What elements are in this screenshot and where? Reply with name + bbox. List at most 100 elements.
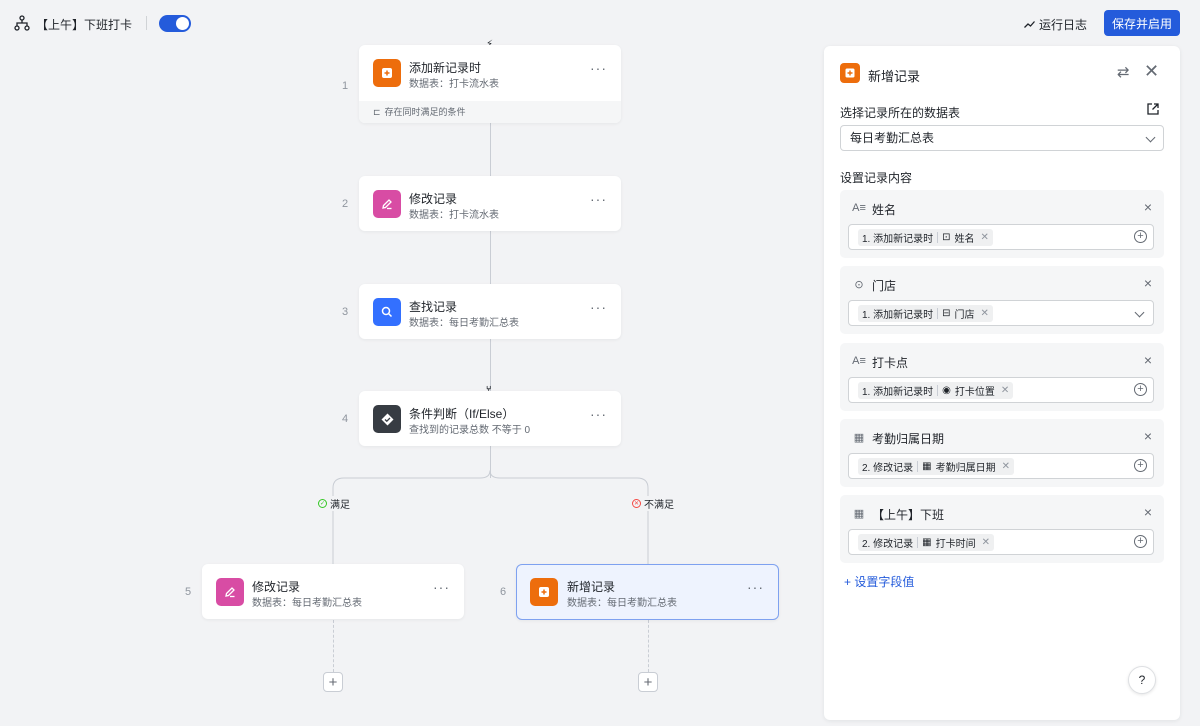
field-name: 考勤归属日期	[872, 432, 945, 446]
workflow-node-add-record[interactable]: 新增记录 数据表：每日考勤汇总表 ···	[516, 564, 779, 620]
workflow-icon	[14, 15, 30, 31]
cross-circle-icon: ✕	[632, 499, 641, 508]
node-subtitle: 数据表：每日考勤汇总表	[409, 318, 519, 329]
remove-field-icon[interactable]: ×	[1144, 275, 1152, 291]
remove-field-icon[interactable]: ×	[1144, 504, 1152, 520]
add-circle-icon[interactable]: +	[1134, 230, 1147, 243]
reference-tag[interactable]: 1. 添加新记录时 ⊟ 门店 ✕	[858, 305, 993, 322]
table-select-value: 每日考勤汇总表	[850, 131, 935, 145]
tag-step: 2. 修改记录	[862, 539, 914, 550]
reference-tag[interactable]: 2. 修改记录 ▦ 打卡时间 ✕	[858, 534, 994, 551]
tag-separator	[917, 537, 919, 548]
external-link-icon[interactable]	[1146, 102, 1160, 116]
branch-yes-label: ✓ 满足	[316, 496, 352, 511]
reference-tag[interactable]: 2. 修改记录 ▦ 考勤归属日期 ✕	[858, 458, 1014, 475]
date-field-icon: ▦	[922, 537, 932, 548]
divider	[146, 16, 147, 30]
more-menu-icon[interactable]: ···	[747, 580, 764, 594]
tag-field: 考勤归属日期	[935, 463, 996, 474]
step-number: 5	[185, 586, 192, 598]
dashed-connector	[648, 620, 649, 672]
workflow-node-trigger[interactable]: 添加新记录时 数据表：打卡流水表 ··· ⊏ 存在同时满足的条件	[359, 45, 621, 123]
chevron-down-icon[interactable]	[1134, 307, 1145, 318]
node-condition-footer[interactable]: ⊏ 存在同时满足的条件	[359, 101, 621, 123]
tag-field: 打卡时间	[935, 539, 976, 550]
flow-title[interactable]: 【上午】下班打卡	[36, 16, 132, 33]
lookup-field-icon: ⊟	[942, 308, 951, 319]
reference-tag[interactable]: 1. 添加新记录时 ⊡ 姓名 ✕	[858, 229, 993, 246]
field-value-input[interactable]: 2. 修改记录 ▦ 考勤归属日期 ✕ +	[848, 453, 1154, 479]
edit-icon	[373, 190, 401, 218]
swap-icon[interactable]: ⇄	[1117, 63, 1130, 81]
tag-step: 2. 修改记录	[862, 463, 914, 474]
step-number: 2	[342, 198, 349, 210]
branch-no-label: ✕ 不满足	[630, 496, 676, 511]
run-log-button[interactable]: 运行日志	[1024, 16, 1087, 33]
remove-field-icon[interactable]: ×	[1144, 428, 1152, 444]
tag-separator	[917, 461, 919, 472]
search-icon	[373, 298, 401, 326]
save-and-enable-button[interactable]: 保存并启用	[1104, 10, 1180, 36]
more-menu-icon[interactable]: ···	[590, 407, 607, 421]
text-field-icon: A≡	[852, 355, 866, 367]
node-footer-text: 存在同时满足的条件	[384, 107, 466, 117]
more-menu-icon[interactable]: ···	[590, 192, 607, 206]
node-config-panel: 新增记录 ⇄ ✕ 选择记录所在的数据表 每日考勤汇总表 设置记录内容 A≡ 姓名…	[824, 46, 1180, 720]
more-menu-icon[interactable]: ···	[433, 580, 450, 594]
node-subtitle: 数据表：打卡流水表	[409, 79, 499, 90]
chevron-down-icon	[1145, 132, 1156, 143]
remove-tag-icon[interactable]: ✕	[981, 232, 989, 243]
field-name: 打卡点	[872, 356, 909, 370]
table-select-label: 选择记录所在的数据表	[840, 106, 961, 120]
field-value-input[interactable]: 1. 添加新记录时 ⊟ 门店 ✕	[848, 300, 1154, 326]
remove-tag-icon[interactable]: ✕	[1002, 461, 1010, 472]
more-menu-icon[interactable]: ···	[590, 300, 607, 314]
table-select[interactable]: 每日考勤汇总表	[840, 125, 1164, 151]
dashed-connector	[333, 620, 334, 672]
add-circle-icon[interactable]: +	[1134, 383, 1147, 396]
workflow-node-update-branch[interactable]: 修改记录 数据表：每日考勤汇总表 ···	[202, 564, 464, 619]
add-record-icon	[840, 63, 860, 83]
workflow-node-condition[interactable]: 条件判断（If/Else） 查找到的记录总数 不等于 0 ···	[359, 391, 621, 446]
tag-field: 门店	[954, 310, 975, 321]
field-value-input[interactable]: 2. 修改记录 ▦ 打卡时间 ✕ +	[848, 529, 1154, 555]
text-field-icon: A≡	[852, 202, 866, 214]
set-field-value-button[interactable]: + 设置字段值	[844, 573, 914, 590]
branch-yes-text: 满足	[330, 500, 350, 511]
field-value-input[interactable]: 1. 添加新记录时 ⊡ 姓名 ✕ +	[848, 224, 1154, 250]
field-card-attendance-date: ▦ 考勤归属日期 × 2. 修改记录 ▦ 考勤归属日期 ✕ +	[840, 419, 1164, 487]
enable-toggle[interactable]	[159, 15, 191, 32]
condition-icon	[373, 405, 401, 433]
location-icon: ◉	[942, 385, 951, 396]
add-step-button[interactable]: +	[638, 672, 658, 692]
run-log-label: 运行日志	[1039, 18, 1088, 32]
field-value-input[interactable]: 1. 添加新记录时 ◉ 打卡位置 ✕ +	[848, 377, 1154, 403]
field-name: 【上午】下班	[872, 508, 945, 522]
add-circle-icon[interactable]: +	[1134, 459, 1147, 472]
close-icon[interactable]: ✕	[1144, 61, 1159, 82]
remove-tag-icon[interactable]: ✕	[1001, 385, 1009, 396]
check-circle-icon: ✓	[318, 499, 327, 508]
tag-field: 打卡位置	[954, 387, 995, 398]
workflow-node-find[interactable]: 查找记录 数据表：每日考勤汇总表 ···	[359, 284, 621, 339]
add-circle-icon[interactable]: +	[1134, 535, 1147, 548]
help-icon[interactable]: ?	[1128, 666, 1156, 694]
add-step-button[interactable]: +	[323, 672, 343, 692]
field-name: 门店	[872, 279, 897, 293]
remove-tag-icon[interactable]: ✕	[982, 537, 990, 548]
remove-field-icon[interactable]: ×	[1144, 352, 1152, 368]
remove-field-icon[interactable]: ×	[1144, 199, 1152, 215]
remove-tag-icon[interactable]: ✕	[981, 308, 989, 319]
more-menu-icon[interactable]: ···	[590, 61, 607, 75]
node-subtitle: 数据表：打卡流水表	[409, 210, 499, 221]
step-number: 4	[342, 413, 349, 425]
connector	[490, 123, 491, 176]
reference-tag[interactable]: 1. 添加新记录时 ◉ 打卡位置 ✕	[858, 382, 1014, 399]
tag-field: 姓名	[954, 234, 975, 245]
trend-icon	[1024, 21, 1035, 28]
step-number: 6	[500, 586, 507, 598]
tag-separator	[937, 308, 939, 319]
toggle-knob	[176, 17, 189, 30]
workflow-node-update[interactable]: 修改记录 数据表：打卡流水表 ···	[359, 176, 621, 231]
node-subtitle: 数据表：每日考勤汇总表	[252, 598, 362, 609]
